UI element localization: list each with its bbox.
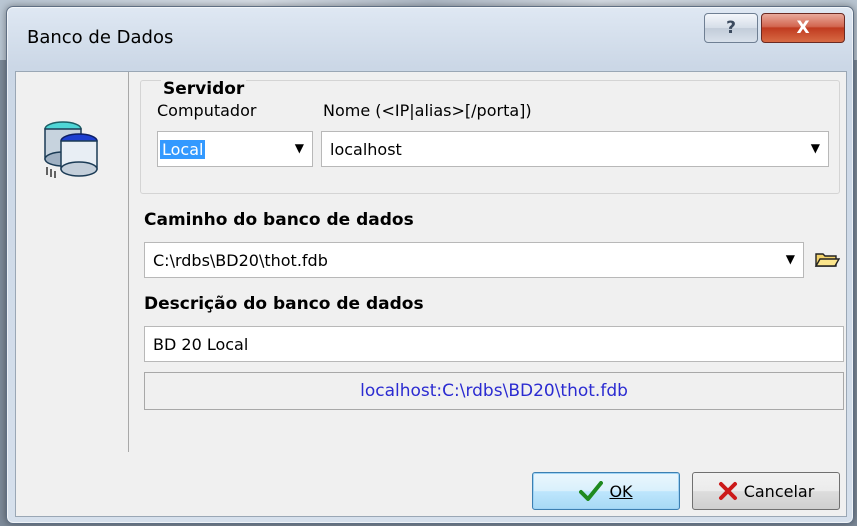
icon-panel [16, 72, 129, 452]
chevron-down-icon[interactable]: ▼ [786, 252, 795, 266]
computer-combobox[interactable]: Local ▼ [157, 131, 313, 167]
database-icon [44, 121, 98, 178]
database-path-label: Caminho do banco de dados [144, 210, 414, 230]
server-group: Servidor Computador Nome (<IP|alias>[/po… [140, 79, 840, 194]
ok-button-label: OK [609, 481, 633, 501]
checkmark-icon [579, 481, 604, 501]
help-button[interactable]: ? [704, 13, 758, 43]
computer-label: Computador [157, 101, 257, 120]
server-name-combobox[interactable]: localhost ▼ [321, 131, 829, 167]
dialog-client-area: Servidor Computador Nome (<IP|alias>[/po… [15, 71, 847, 517]
x-icon [718, 482, 737, 500]
folder-open-icon[interactable] [814, 248, 840, 272]
server-group-title: Servidor [161, 79, 247, 99]
chevron-down-icon[interactable]: ▼ [295, 141, 304, 155]
chevron-down-icon[interactable]: ▼ [811, 141, 820, 155]
server-name-value: localhost [330, 140, 402, 159]
database-path-combobox[interactable]: C:\rdbs\BD20\thot.fdb ▼ [144, 242, 804, 278]
window-title: Banco de Dados [27, 27, 174, 48]
ok-button[interactable]: OK [532, 472, 680, 510]
database-description-label: Descrição do banco de dados [144, 294, 424, 314]
database-description-value: BD 20 Local [153, 335, 249, 354]
name-label: Nome (<IP|alias>[/porta]) [323, 101, 532, 120]
connection-string-display: localhost:C:\rdbs\BD20\thot.fdb [144, 372, 844, 410]
dialog-window: Banco de Dados ? X Servidor Computador N… [6, 6, 854, 524]
database-description-input[interactable]: BD 20 Local [144, 326, 844, 362]
title-bar[interactable]: Banco de Dados ? X [7, 7, 853, 67]
close-button[interactable]: X [761, 13, 845, 43]
computer-value: Local [160, 140, 206, 159]
cancel-button[interactable]: Cancelar [692, 472, 840, 510]
database-path-value: C:\rdbs\BD20\thot.fdb [153, 251, 328, 270]
cancel-button-label: Cancelar [743, 481, 815, 501]
